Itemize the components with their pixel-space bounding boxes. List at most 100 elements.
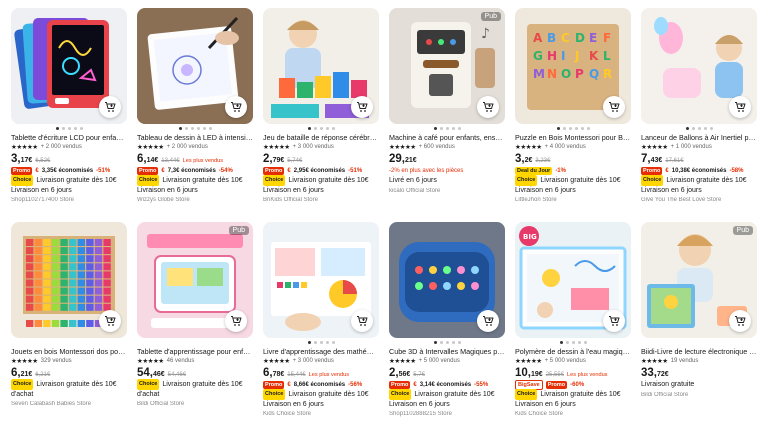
product-card[interactable]: Pub Tablette d'apprentissage pour enfa..… <box>137 222 253 432</box>
carousel-dot[interactable] <box>580 127 584 130</box>
product-image[interactable]: BIG <box>515 222 631 338</box>
add-to-cart-button[interactable] <box>603 96 625 118</box>
product-card[interactable]: Cube 3D à Intervalles Magiques pou... ★★★… <box>389 222 505 432</box>
product-title[interactable]: Machine à café pour enfants, ense... <box>389 133 505 142</box>
carousel-dot[interactable] <box>685 127 689 130</box>
add-to-cart-button[interactable] <box>99 96 121 118</box>
carousel-dot[interactable] <box>433 341 437 344</box>
add-to-cart-button[interactable] <box>225 310 247 332</box>
store-link[interactable]: Seven Calabash Babies Store <box>11 401 127 410</box>
carousel-dot[interactable] <box>691 127 695 130</box>
carousel-dot[interactable] <box>325 341 329 344</box>
carousel-dot[interactable] <box>184 127 188 130</box>
carousel-dot[interactable] <box>319 127 323 130</box>
store-link[interactable]: Bildi Official Store <box>137 401 253 410</box>
add-to-cart-button[interactable] <box>225 96 247 118</box>
product-image[interactable] <box>641 8 757 124</box>
product-image[interactable] <box>263 222 379 338</box>
product-card[interactable]: ♪ Pub Machine à café pour enfants, ense.… <box>389 8 505 222</box>
product-title[interactable]: Lanceur de Ballons à Air Inertiel po... <box>641 133 757 142</box>
carousel-dot[interactable] <box>445 127 449 130</box>
product-card[interactable]: BIG Polymère de dessin à l'eau magique..… <box>515 222 631 432</box>
product-card[interactable]: Tableau de dessin à LED à intensité ... ★… <box>137 8 253 222</box>
carousel-dot[interactable] <box>439 341 443 344</box>
carousel-dot[interactable] <box>451 127 455 130</box>
add-to-cart-button[interactable] <box>99 310 121 332</box>
store-link[interactable]: Kids Choice Store <box>515 411 631 420</box>
add-to-cart-button[interactable] <box>729 310 751 332</box>
carousel-dot[interactable] <box>568 127 572 130</box>
store-link[interactable]: BriKids Official Store <box>263 197 379 206</box>
carousel-dot[interactable] <box>190 127 194 130</box>
carousel-dot[interactable] <box>433 127 437 130</box>
carousel-dot[interactable] <box>79 127 83 130</box>
store-link[interactable]: Kids Choice Store <box>263 411 379 420</box>
store-link[interactable]: kicalo Official Store <box>389 188 505 197</box>
product-image[interactable] <box>11 222 127 338</box>
add-to-cart-button[interactable] <box>351 96 373 118</box>
carousel-dot[interactable] <box>562 127 566 130</box>
product-image[interactable] <box>137 8 253 124</box>
carousel-dot[interactable] <box>313 127 317 130</box>
add-to-cart-button[interactable] <box>477 310 499 332</box>
store-link[interactable]: Bildi Official Store <box>641 392 757 401</box>
carousel-dot[interactable] <box>451 341 455 344</box>
carousel-dot[interactable] <box>55 127 59 130</box>
product-title[interactable]: Biidi-Livre de lecture électronique p... <box>641 347 757 356</box>
carousel-dot[interactable] <box>319 341 323 344</box>
product-card[interactable]: AB CD EF GH IJ KL MN OP QR Puzzle en Boi… <box>515 8 631 222</box>
carousel-dot[interactable] <box>445 341 449 344</box>
product-image[interactable]: ♪ Pub <box>389 8 505 124</box>
carousel-dot[interactable] <box>574 127 578 130</box>
product-image[interactable]: AB CD EF GH IJ KL MN OP QR <box>515 8 631 124</box>
product-card[interactable]: Livre d'apprentissage des mathéma... ★★★★… <box>263 222 379 432</box>
carousel-dot[interactable] <box>457 127 461 130</box>
add-to-cart-button[interactable] <box>603 310 625 332</box>
carousel-dot[interactable] <box>178 127 182 130</box>
product-card[interactable]: Tablette d'écriture LCD pour enfant... ★★… <box>11 8 127 222</box>
product-image[interactable]: Pub <box>137 222 253 338</box>
add-to-cart-button[interactable] <box>729 96 751 118</box>
carousel-dot[interactable] <box>313 341 317 344</box>
store-link[interactable]: Give You The Best Love Store <box>641 197 757 206</box>
product-image[interactable] <box>389 222 505 338</box>
product-title[interactable]: Cube 3D à Intervalles Magiques pou... <box>389 347 505 356</box>
carousel-dot[interactable] <box>331 341 335 344</box>
product-card[interactable]: Jeu de bataille de réponse cérébrale-...… <box>263 8 379 222</box>
add-to-cart-button[interactable] <box>351 310 373 332</box>
product-image[interactable]: Pub <box>641 222 757 338</box>
carousel-dot[interactable] <box>703 127 707 130</box>
carousel-dot[interactable] <box>202 127 206 130</box>
product-title[interactable]: Tableau de dessin à LED à intensité ... <box>137 133 253 142</box>
product-title[interactable]: Puzzle en Bois Montessori pour Bébé... <box>515 133 631 142</box>
product-title[interactable]: Jeu de bataille de réponse cérébrale-... <box>263 133 379 142</box>
carousel-dot[interactable] <box>457 341 461 344</box>
store-link[interactable]: Shop1102717400 Store <box>11 197 127 206</box>
product-card[interactable]: Lanceur de Ballons à Air Inertiel po... ★… <box>641 8 757 222</box>
carousel-dot[interactable] <box>67 127 71 130</box>
carousel-dot[interactable] <box>307 341 311 344</box>
product-title[interactable]: Tablette d'apprentissage pour enfa... <box>137 347 253 356</box>
product-card[interactable]: Pub Biidi-Livre de lecture électronique … <box>641 222 757 432</box>
carousel-dot[interactable] <box>577 341 581 344</box>
product-image[interactable] <box>11 8 127 124</box>
store-link[interactable]: LittleJhon Store <box>515 197 631 206</box>
product-title[interactable]: Polymère de dessin à l'eau magique... <box>515 347 631 356</box>
carousel-dot[interactable] <box>331 127 335 130</box>
product-title[interactable]: Jouets en bois Montessori dos pour ... <box>11 347 127 356</box>
carousel-dot[interactable] <box>439 127 443 130</box>
carousel-dot[interactable] <box>73 127 77 130</box>
carousel-dot[interactable] <box>208 127 212 130</box>
store-link[interactable]: Shop1102888215 Store <box>389 411 505 420</box>
carousel-dot[interactable] <box>307 127 311 130</box>
carousel-dot[interactable] <box>709 127 713 130</box>
carousel-dot[interactable] <box>61 127 65 130</box>
carousel-dot[interactable] <box>556 127 560 130</box>
store-link[interactable]: Wizzys Globe Store <box>137 197 253 206</box>
carousel-dot[interactable] <box>325 127 329 130</box>
product-card[interactable]: Jouets en bois Montessori dos pour ... ★★… <box>11 222 127 432</box>
product-title[interactable]: Tablette d'écriture LCD pour enfant... <box>11 133 127 142</box>
add-to-cart-button[interactable] <box>477 96 499 118</box>
carousel-dot[interactable] <box>586 127 590 130</box>
carousel-dot[interactable] <box>196 127 200 130</box>
